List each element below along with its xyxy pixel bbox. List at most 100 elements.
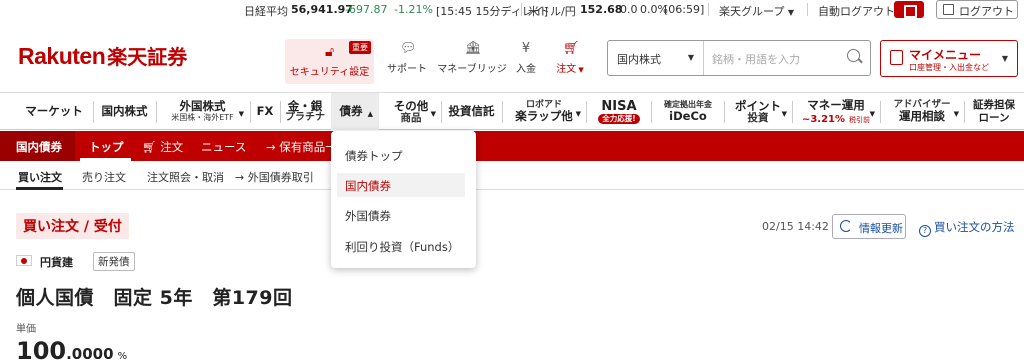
howto-link[interactable]: ? 買い注文の方法 <box>919 219 1015 237</box>
subnav-holdings[interactable]: → 保有商品一 <box>266 139 337 155</box>
important-badge: 重要 <box>349 41 371 54</box>
ticker-divider <box>807 3 808 16</box>
subnav-news[interactable]: ニュース <box>201 139 246 155</box>
nav-roboad[interactable]: ロボアド 楽ラップ他 ▼ <box>505 93 583 130</box>
rakuten-group-label: 楽天グループ <box>719 5 785 18</box>
order-tabs: 買い注文 売り注文 注文照会・取消 → 外国債券取引 <box>0 161 1024 190</box>
nav-divider <box>724 101 725 123</box>
nisa-badge: 全力応援! <box>598 113 640 124</box>
nav-market[interactable]: マーケット <box>18 93 90 130</box>
order-cart-button[interactable]: 🛒︎ 注文 ▼ <box>551 40 589 84</box>
nav-money-mgmt-label: マネー運用 <box>807 97 865 112</box>
subnav-top[interactable]: トップ <box>89 139 124 155</box>
nav-nisa-label: NISA <box>601 98 637 114</box>
nav-divider <box>156 101 157 123</box>
deposit-label: 入金 <box>516 64 536 75</box>
user-icon <box>890 50 903 65</box>
price-integer: 100 <box>16 337 67 364</box>
ticker-divider <box>521 3 522 16</box>
logout-button[interactable]: ログアウト <box>936 0 1018 19</box>
tab-buy-order[interactable]: 買い注文 <box>18 169 62 185</box>
nav-divider <box>880 101 881 123</box>
main-nav: マーケット 国内株式 外国株式 米国株・海外ETF ▼ FX 金・銀 プラチナ … <box>0 92 1024 130</box>
nav-ideco[interactable]: 確定拠出年金 iDeCo <box>654 93 722 130</box>
nav-divider <box>586 101 587 123</box>
money-rate-sub: 税引前 <box>849 115 871 124</box>
logout-label: ログアウト <box>959 5 1014 18</box>
subnav-order[interactable]: 🛒︎ 注文 <box>142 139 183 155</box>
tab-foreign-bond-link[interactable]: → 外国債券取引 <box>235 169 314 185</box>
nav-divider <box>250 101 251 123</box>
nav-foreign-stock[interactable]: 外国株式 米国株・海外ETF ▼ <box>159 93 246 130</box>
search-input[interactable]: 銘柄・用語を入力 <box>712 51 800 67</box>
search-category-select[interactable]: 国内株式 ▼ <box>608 41 704 75</box>
dropdown-item-funds[interactable]: 利回り投資（Funds） <box>337 234 465 258</box>
nikkei-pct: -1.21% <box>394 3 433 16</box>
support-button[interactable]: 💬︎ サポート <box>386 40 428 84</box>
support-label: サポート <box>387 64 427 75</box>
page-title: 買い注文 / 受付 <box>16 213 129 239</box>
search-icon[interactable] <box>847 49 860 62</box>
subnav-category[interactable]: 国内債券 <box>0 131 75 161</box>
nav-advisor[interactable]: アドバイザー 運用相談 ▼ <box>883 93 961 130</box>
nav-fund-label: 投資信託 <box>448 104 495 118</box>
nav-other[interactable]: その他 商品 ▼ <box>384 93 438 130</box>
money-rate: ~3.21% <box>801 113 846 125</box>
price-unit: % <box>117 351 128 362</box>
chevron-down-icon: ▼ <box>430 110 436 118</box>
nav-divider <box>502 101 503 123</box>
deposit-button[interactable]: ¥ 入金 <box>512 40 540 84</box>
mymenu-subtitle: 口座管理・入出金など <box>909 63 989 72</box>
nav-point[interactable]: ポイント 投資 ▼ <box>727 93 789 130</box>
nikkei-label: 日経平均 <box>244 5 288 18</box>
rakuten-logo[interactable]: Rakuten 楽天証券 <box>18 41 187 70</box>
nav-domestic-stock[interactable]: 国内株式 <box>97 93 152 130</box>
money-bridge-button[interactable]: 🏦︎ マネーブリッジ <box>437 40 507 84</box>
arrow-right-icon: → <box>266 140 276 154</box>
auto-logout-toggle[interactable] <box>894 1 924 18</box>
unit-price: 100.0000% <box>16 337 127 364</box>
tab-order-inquiry[interactable]: 注文照会・取消 <box>147 169 224 185</box>
money-bridge-label: マネーブリッジ <box>437 64 507 75</box>
my-menu-button[interactable]: マイメニュー 口座管理・入出金など ▼ <box>880 40 1018 77</box>
nav-bond[interactable]: 債券 ▲ <box>331 93 379 130</box>
nav-bond-label: 債券 <box>339 104 363 118</box>
howto-label: 買い注文の方法 <box>934 220 1015 234</box>
security-label: セキュリティ設定 <box>289 67 370 78</box>
tab-foreign-bond-label: 外国債券取引 <box>247 171 314 184</box>
logo-en: Rakuten <box>18 43 106 69</box>
refresh-button[interactable]: 情報更新 <box>832 214 906 239</box>
chevron-down-icon: ▼ <box>576 66 584 74</box>
nav-domestic-stock-label: 国内株式 <box>101 104 148 118</box>
nav-loan[interactable]: 証券担保 ローン <box>966 93 1022 130</box>
dropdown-item-foreign-bond[interactable]: 外国債券 <box>337 203 465 227</box>
search-box: 国内株式 ▼ 銘柄・用語を入力 <box>607 40 871 76</box>
chevron-down-icon: ▼ <box>575 110 581 118</box>
nav-gold[interactable]: 金・銀 プラチナ <box>282 93 328 130</box>
dropdown-item-domestic-bond[interactable]: 国内債券 <box>337 173 465 197</box>
tab-sell-order[interactable]: 売り注文 <box>82 169 126 185</box>
rakuten-group-menu[interactable]: 楽天グループ ▼ <box>719 3 794 19</box>
dropdown-item-bond-top[interactable]: 債券トップ <box>337 143 465 167</box>
nav-fx[interactable]: FX <box>252 93 278 130</box>
nav-money-mgmt[interactable]: マネー運用 ~3.21% 税引前 ▼ <box>795 93 877 130</box>
usdjpy-change: 0.0 <box>620 3 638 16</box>
chat-icon: 💬︎ <box>400 41 417 56</box>
nav-fund[interactable]: 投資信託 <box>444 93 499 130</box>
ticker-divider <box>708 3 709 16</box>
cart-icon: 🛒︎ <box>142 140 157 154</box>
nav-nisa[interactable]: NISA 全力応援! <box>590 93 648 130</box>
arrow-right-icon: → <box>235 171 245 184</box>
nav-loan-label: 証券担保 <box>973 98 1015 111</box>
currency-label: 円貨建 <box>40 256 73 269</box>
chevron-up-icon: ▲ <box>367 110 373 118</box>
chevron-down-icon: ▼ <box>869 110 875 118</box>
bank-icon: 🏦︎ <box>465 41 482 56</box>
nav-foreign-stock-label: 外国株式 <box>179 99 226 113</box>
nav-roboad-label: 楽ラップ他 <box>515 109 573 123</box>
logo-jp: 楽天証券 <box>107 45 188 69</box>
refresh-label: 情報更新 <box>859 222 903 235</box>
nav-other-sub: 商品 <box>400 112 422 124</box>
nikkei-change: -697.87 <box>345 3 388 16</box>
nav-divider <box>280 101 281 123</box>
